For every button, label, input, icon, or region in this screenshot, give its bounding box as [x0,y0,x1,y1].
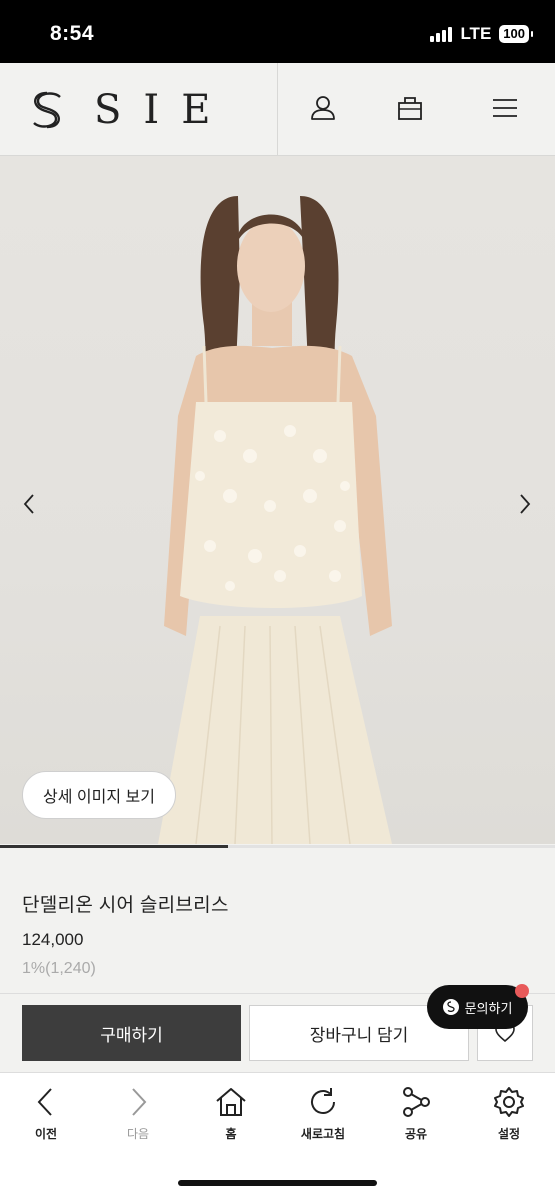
network-label: LTE [460,24,492,43]
inquiry-logo-icon [442,999,459,1015]
nav-share[interactable]: 공유 [370,1085,462,1142]
detail-image-button[interactable]: 상세 이미지 보기 [22,771,176,819]
nav-home[interactable]: 홈 [185,1085,277,1142]
product-info: 단델리온 시어 슬리브리스 [22,890,229,917]
user-icon[interactable] [308,93,338,123]
inquiry-button[interactable]: 문의하기 [427,985,528,1029]
logo-mark-icon [33,91,61,129]
header-divider [277,63,278,155]
buy-button[interactable]: 구매하기 [22,1005,241,1061]
nav-settings-label: 설정 [497,1127,521,1141]
product-photo [158,196,392,844]
slide-progress-fill [0,845,228,848]
nav-forward-label: 다음 [126,1127,150,1141]
gear-icon [494,1087,524,1117]
inquiry-label: 문의하기 [464,1000,513,1016]
site-header: SIE [0,63,555,156]
chevron-left-icon[interactable] [18,492,42,516]
reward-points: 1%(1,240) [22,960,96,977]
status-indicators: LTE 100 [430,24,533,44]
product-price: 124,000 [22,930,84,949]
slide-progress [0,845,555,848]
nav-home-label: 홈 [225,1127,237,1141]
battery-icon: 100 [499,25,533,43]
menu-icon[interactable] [490,93,520,123]
notification-dot [515,984,529,998]
chevron-right-icon[interactable] [512,492,536,516]
nav-forward[interactable]: 다음 [92,1085,184,1142]
bag-icon[interactable] [395,93,425,123]
product-image-slider[interactable]: 상세 이미지 보기 [0,156,555,844]
brand-name: SIE [94,87,233,133]
share-icon [403,1087,430,1117]
signal-icon [430,26,453,42]
nav-refresh[interactable]: 새로고침 [277,1085,369,1142]
status-time: 8:54 [50,22,95,45]
home-icon [216,1088,246,1116]
nav-settings[interactable]: 설정 [463,1085,555,1142]
chevron-right-icon [132,1088,147,1116]
nav-refresh-label: 새로고침 [300,1127,346,1141]
chevron-left-icon [37,1088,52,1116]
home-indicator [178,1180,377,1186]
brand-logo[interactable]: SIE [26,87,232,133]
status-bar: 8:54 LTE 100 [0,0,555,63]
nav-back[interactable]: 이전 [0,1085,92,1142]
product-name: 단델리온 시어 슬리브리스 [22,895,229,916]
refresh-icon [311,1088,335,1114]
nav-back-label: 이전 [34,1127,58,1141]
nav-share-label: 공유 [404,1127,428,1141]
